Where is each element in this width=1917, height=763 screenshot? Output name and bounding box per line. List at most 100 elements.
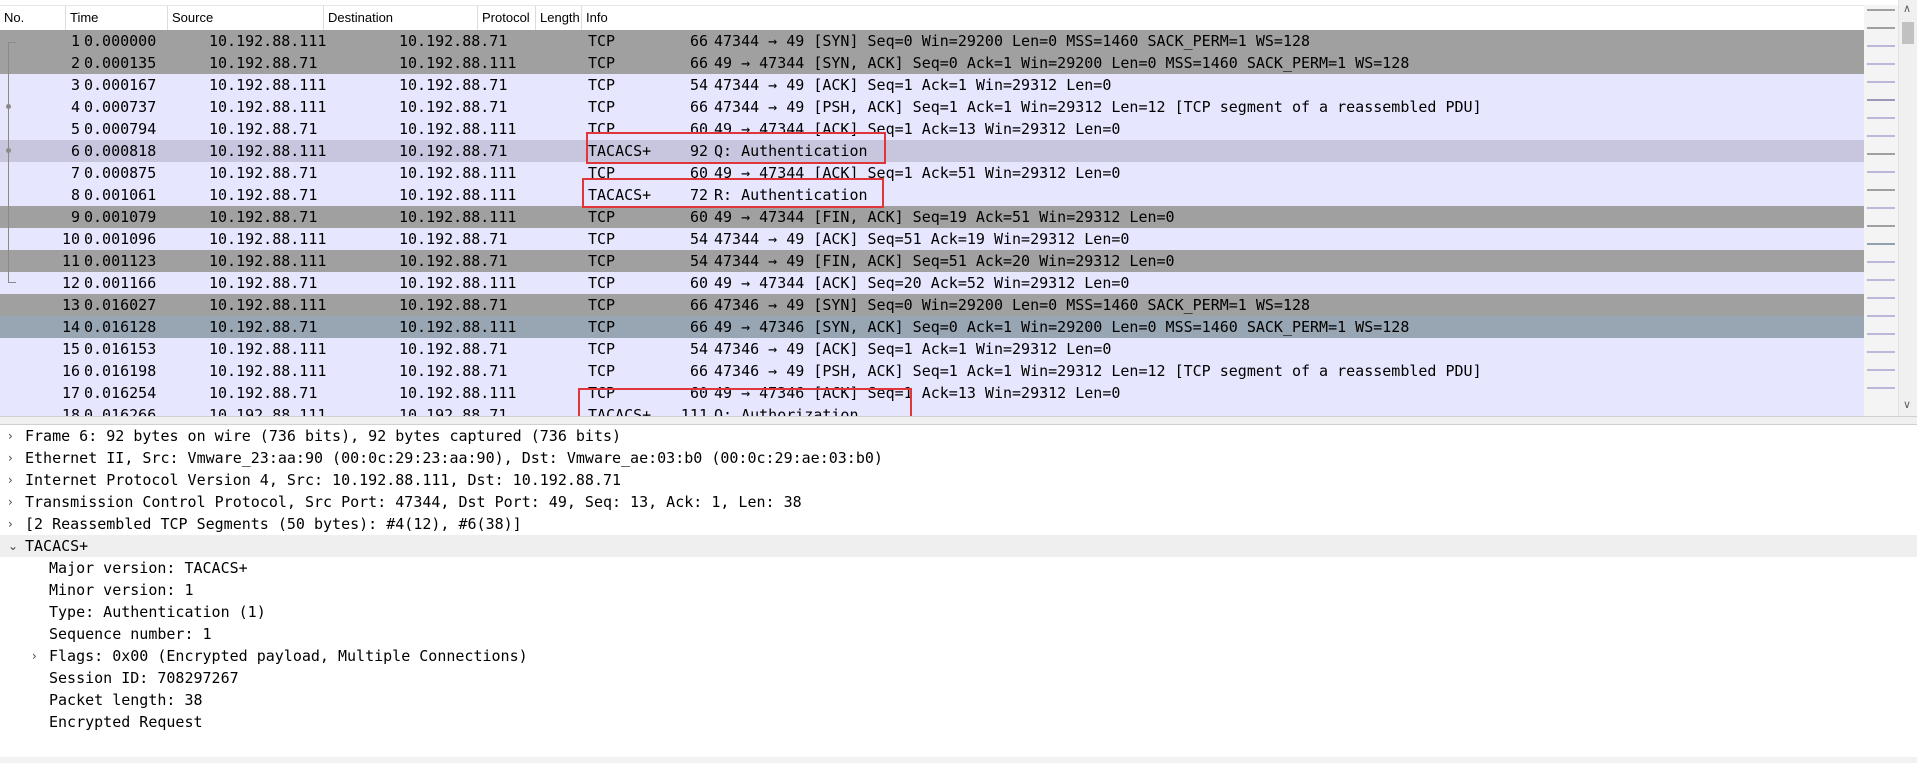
chevron-right-icon[interactable]: ›: [8, 491, 20, 513]
packet-row[interactable]: 4 0.000737 10.192.88.111 10.192.88.71 TCP 66 4…: [0, 96, 1864, 118]
packet-length: 54: [689, 340, 708, 358]
detail-tree-item[interactable]: › Flags: 0x00 (Encrypted payload, Multipl…: [0, 645, 1917, 667]
packet-destination: 10.192.88.111: [399, 318, 517, 336]
detail-tree-item[interactable]: Encrypted Request: [0, 711, 1917, 733]
packet-number: 4: [70, 98, 80, 116]
packet-row[interactable]: 18 0.016266 10.192.88.111 10.192.88.71 TACAC…: [0, 404, 1864, 416]
packet-row[interactable]: 6 0.000818 10.192.88.111 10.192.88.71 TACACS…: [0, 140, 1864, 162]
packet-info: 47344 → 49 [FIN, ACK] Seq=51 Ack=20 Win=…: [714, 252, 1175, 270]
packet-length: 66: [689, 32, 708, 50]
packet-number: 10: [61, 230, 80, 248]
packet-list-header: No. Time Source Destination Protocol Len…: [0, 5, 1864, 31]
packet-length: 111: [680, 406, 708, 416]
packet-row[interactable]: 12 0.001166 10.192.88.71 10.192.88.111 TCP 60…: [0, 272, 1864, 294]
packet-row[interactable]: 16 0.016198 10.192.88.111 10.192.88.71 TCP 66…: [0, 360, 1864, 382]
chevron-right-icon[interactable]: ›: [8, 513, 20, 535]
packet-info: 49 → 47346 [ACK] Seq=1 Ack=13 Win=29312 …: [714, 384, 1121, 402]
packet-row[interactable]: 9 0.001079 10.192.88.71 10.192.88.111 TCP 60 4…: [0, 206, 1864, 228]
minimap-line: [1867, 297, 1895, 299]
packet-row[interactable]: 7 0.000875 10.192.88.71 10.192.88.111 TCP 60 4…: [0, 162, 1864, 184]
packet-list-pane[interactable]: No. Time Source Destination Protocol Len…: [0, 0, 1864, 416]
detail-tree-item[interactable]: › Internet Protocol Version 4, Src: 10.19…: [0, 469, 1917, 491]
detail-tree-item[interactable]: Type: Authentication (1): [0, 601, 1917, 623]
minimap-line: [1867, 387, 1895, 389]
detail-tree-item[interactable]: Sequence number: 1: [0, 623, 1917, 645]
chevron-right-icon[interactable]: ›: [8, 469, 20, 491]
packet-row[interactable]: 11 0.001123 10.192.88.111 10.192.88.71 TCP 54…: [0, 250, 1864, 272]
packet-minimap[interactable]: [1864, 5, 1898, 416]
packet-source: 10.192.88.111: [209, 252, 327, 270]
pane-splitter[interactable]: [0, 416, 1917, 425]
packet-row[interactable]: 2 0.000135 10.192.88.71 10.192.88.111 TCP 66 4…: [0, 52, 1864, 74]
detail-tree-text: Packet length: 38: [49, 691, 203, 709]
minimap-line: [1867, 189, 1895, 191]
column-header-protocol[interactable]: Protocol: [478, 6, 536, 30]
packet-row[interactable]: 5 0.000794 10.192.88.71 10.192.88.111 TCP 60 4…: [0, 118, 1864, 140]
packet-row[interactable]: 14 0.016128 10.192.88.71 10.192.88.111 TCP 66…: [0, 316, 1864, 338]
packet-destination: 10.192.88.71: [399, 340, 508, 358]
chevron-right-icon[interactable]: ›: [8, 447, 20, 469]
detail-tree-text: TACACS+: [25, 537, 89, 555]
scroll-down-arrow-icon[interactable]: ∨: [1903, 398, 1911, 411]
packet-row[interactable]: 17 0.016254 10.192.88.71 10.192.88.111 TCP 60…: [0, 382, 1864, 404]
detail-tree-item[interactable]: ⌄ TACACS+: [0, 535, 1917, 557]
scroll-up-arrow-icon[interactable]: ∧: [1903, 2, 1911, 15]
detail-tree-text: Sequence number: 1: [49, 625, 212, 643]
packet-destination: 10.192.88.111: [399, 208, 517, 226]
column-header-length[interactable]: Length: [536, 6, 582, 30]
packet-length: 72: [689, 186, 708, 204]
packet-number: 18: [61, 406, 80, 416]
column-header-time[interactable]: Time: [66, 6, 168, 30]
detail-tree-item[interactable]: Minor version: 1: [0, 579, 1917, 601]
chevron-right-icon[interactable]: ›: [32, 645, 44, 667]
packet-info: 49 → 47344 [ACK] Seq=1 Ack=51 Win=29312 …: [714, 164, 1121, 182]
detail-tree-item[interactable]: Packet length: 38: [0, 689, 1917, 711]
column-header-no[interactable]: No.: [0, 6, 66, 30]
detail-tree-item[interactable]: Major version: TACACS+: [0, 557, 1917, 579]
packet-row[interactable]: 3 0.000167 10.192.88.111 10.192.88.71 TCP 54 4…: [0, 74, 1864, 96]
packet-length: 66: [689, 362, 708, 380]
detail-tree-item[interactable]: Session ID: 708297267: [0, 667, 1917, 689]
packet-destination: 10.192.88.71: [399, 76, 508, 94]
packet-number: 5: [70, 120, 80, 138]
packet-list-scrollbar[interactable]: ∧ ∨: [1898, 0, 1917, 416]
packet-destination: 10.192.88.71: [399, 230, 508, 248]
packet-row[interactable]: 13 0.016027 10.192.88.111 10.192.88.71 TCP 66…: [0, 294, 1864, 316]
chevron-down-icon[interactable]: ⌄: [8, 535, 20, 557]
scrollbar-thumb[interactable]: [1902, 22, 1914, 44]
related-packet-marker: [6, 104, 11, 109]
packet-details-pane[interactable]: › Frame 6: 92 bytes on wire (736 bits), 9…: [0, 425, 1917, 763]
packet-time: 0.016153: [84, 340, 157, 358]
minimap-line: [1867, 63, 1895, 65]
minimap-line: [1867, 135, 1895, 137]
packet-protocol: TCP: [588, 230, 616, 248]
details-bottom-edge: [0, 757, 1917, 763]
packet-source: 10.192.88.111: [209, 362, 327, 380]
minimap-line: [1867, 171, 1895, 173]
minimap-line: [1867, 45, 1895, 47]
packet-row[interactable]: 8 0.001061 10.192.88.71 10.192.88.111 TACACS…: [0, 184, 1864, 206]
chevron-right-icon[interactable]: ›: [8, 425, 20, 447]
packet-destination: 10.192.88.111: [399, 164, 517, 182]
packet-source: 10.192.88.71: [209, 120, 318, 138]
column-header-source[interactable]: Source: [168, 6, 324, 30]
packet-time: 0.001096: [84, 230, 157, 248]
detail-tree-item[interactable]: › Ethernet II, Src: Vmware_23:aa:90 (00:0…: [0, 447, 1917, 469]
packet-row[interactable]: 15 0.016153 10.192.88.111 10.192.88.71 TCP 54…: [0, 338, 1864, 360]
packet-number: 6: [70, 142, 80, 160]
detail-tree-item[interactable]: › Frame 6: 92 bytes on wire (736 bits), 9…: [0, 425, 1917, 447]
conversation-bracket-start: [8, 42, 16, 43]
packet-info: 49 → 47344 [FIN, ACK] Seq=19 Ack=51 Win=…: [714, 208, 1175, 226]
column-header-destination[interactable]: Destination: [324, 6, 478, 30]
column-header-info[interactable]: Info: [582, 6, 1522, 30]
packet-row[interactable]: 10 0.001096 10.192.88.111 10.192.88.71 TCP 54…: [0, 228, 1864, 250]
packet-protocol: TCP: [588, 76, 616, 94]
packet-row[interactable]: 1 0.000000 10.192.88.111 10.192.88.71 TCP 66 4…: [0, 30, 1864, 52]
packet-number: 13: [61, 296, 80, 314]
packet-source: 10.192.88.111: [209, 98, 327, 116]
detail-tree-item[interactable]: › Transmission Control Protocol, Src Port…: [0, 491, 1917, 513]
minimap-line: [1867, 279, 1895, 281]
packet-source: 10.192.88.111: [209, 32, 327, 50]
packet-destination: 10.192.88.111: [399, 384, 517, 402]
detail-tree-item[interactable]: › [2 Reassembled TCP Segments (50 bytes):…: [0, 513, 1917, 535]
